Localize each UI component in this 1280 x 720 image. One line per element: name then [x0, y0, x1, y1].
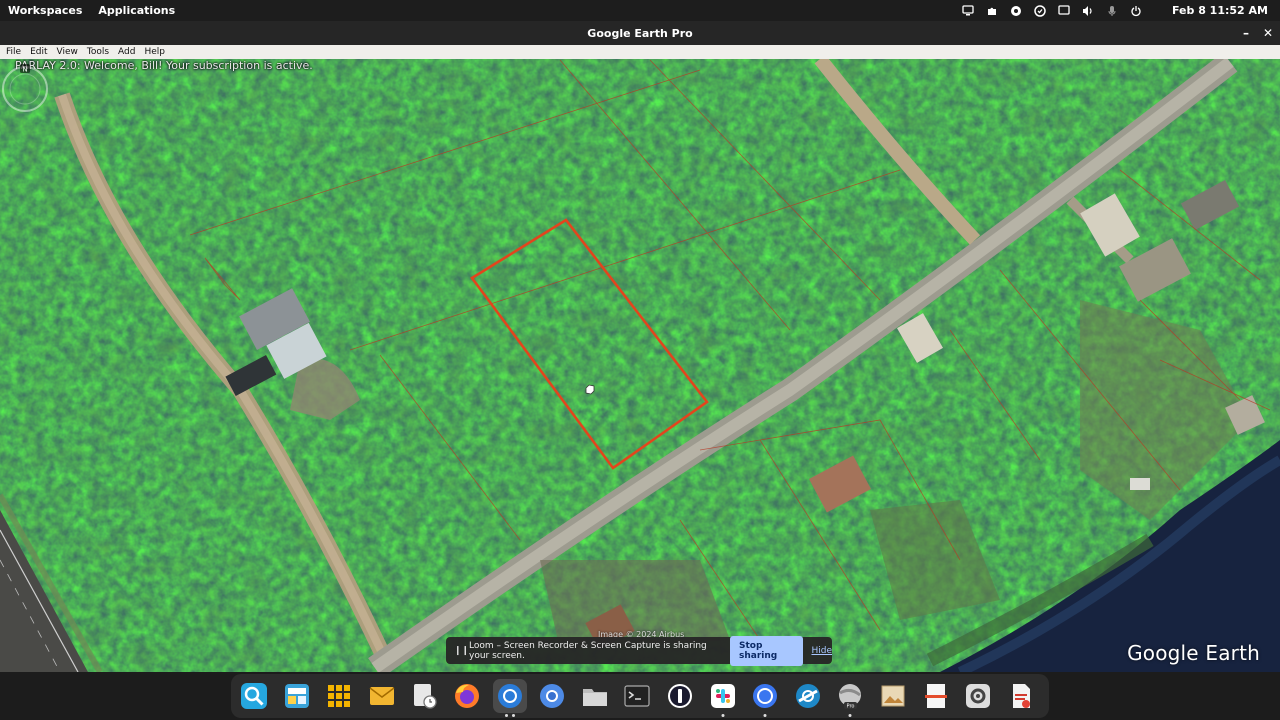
menu-file[interactable]: File	[6, 47, 21, 57]
google-earth-pro-icon[interactable]: Pro	[833, 679, 867, 717]
window-title-bar: Google Earth Pro – ✕	[0, 21, 1280, 45]
workspaces-button[interactable]: Workspaces	[8, 4, 82, 17]
microphone-icon[interactable]	[1106, 5, 1118, 17]
extension-puzzle-icon[interactable]	[986, 5, 998, 17]
loom-message: Loom – Screen Recorder & Screen Capture …	[469, 640, 707, 661]
loom-sharing-bar: ❙❙ Loom – Screen Recorder & Screen Captu…	[446, 635, 832, 666]
mail-icon[interactable]	[365, 679, 399, 713]
image-viewer-icon[interactable]	[876, 679, 910, 713]
system-top-bar: Workspaces Applications Feb 8 11:52 AM	[0, 0, 1280, 21]
search-magnifier-icon[interactable]	[237, 679, 271, 713]
menu-help[interactable]: Help	[144, 47, 165, 57]
compass-icon[interactable]: N	[0, 64, 50, 114]
menu-view[interactable]: View	[57, 47, 78, 57]
menu-add[interactable]: Add	[118, 47, 135, 57]
hide-button[interactable]: Hide	[811, 646, 832, 656]
clock[interactable]: Feb 8 11:52 AM	[1172, 4, 1268, 17]
app-grid-icon[interactable]	[322, 679, 356, 713]
settings-icon[interactable]	[961, 679, 995, 713]
pro-badge: Pro	[847, 704, 855, 710]
earth-map-view[interactable]: PARLAY 2.0: Welcome, Bill! Your subscrip…	[0, 59, 1280, 672]
chrome-icon[interactable]	[492, 679, 527, 717]
password-manager-icon[interactable]	[663, 679, 697, 713]
media-icon[interactable]	[919, 679, 953, 713]
display-icon[interactable]	[1058, 5, 1070, 17]
vpn-icon[interactable]	[1034, 4, 1046, 17]
terminal-icon[interactable]	[620, 679, 654, 713]
file-manager-icon[interactable]	[578, 679, 612, 713]
power-icon[interactable]	[1130, 5, 1142, 17]
browser-icon[interactable]	[791, 679, 825, 713]
satellite-imagery[interactable]	[0, 59, 1280, 672]
screen-share-icon[interactable]	[962, 5, 974, 17]
document-viewer-icon[interactable]	[1004, 679, 1038, 713]
pause-icon[interactable]: ❙❙	[454, 646, 469, 656]
clock-tool-icon[interactable]	[407, 679, 441, 713]
compass-north-label: N	[22, 66, 27, 74]
minimize-button[interactable]: –	[1235, 21, 1257, 45]
cursor-hand-icon	[585, 384, 595, 395]
signal-icon[interactable]	[748, 679, 782, 717]
stop-sharing-button[interactable]: Stop sharing	[729, 635, 804, 666]
menu-tools[interactable]: Tools	[87, 47, 109, 57]
slack-icon[interactable]	[706, 679, 740, 717]
close-button[interactable]: ✕	[1257, 21, 1279, 45]
parlay-banner: PARLAY 2.0: Welcome, Bill! Your subscrip…	[15, 59, 313, 72]
status-circle-icon[interactable]	[1010, 5, 1022, 17]
window-title: Google Earth Pro	[587, 26, 693, 40]
applications-button[interactable]: Applications	[98, 4, 175, 17]
volume-icon[interactable]	[1082, 5, 1094, 17]
dock: Pro	[231, 674, 1049, 718]
menu-bar: File Edit View Tools Add Help	[0, 45, 1280, 59]
firefox-icon[interactable]	[450, 679, 484, 713]
google-earth-logo: Google Earth	[1127, 641, 1260, 665]
chromium-icon[interactable]	[535, 679, 569, 713]
files-panel-icon[interactable]	[280, 679, 314, 713]
menu-edit[interactable]: Edit	[30, 47, 47, 57]
